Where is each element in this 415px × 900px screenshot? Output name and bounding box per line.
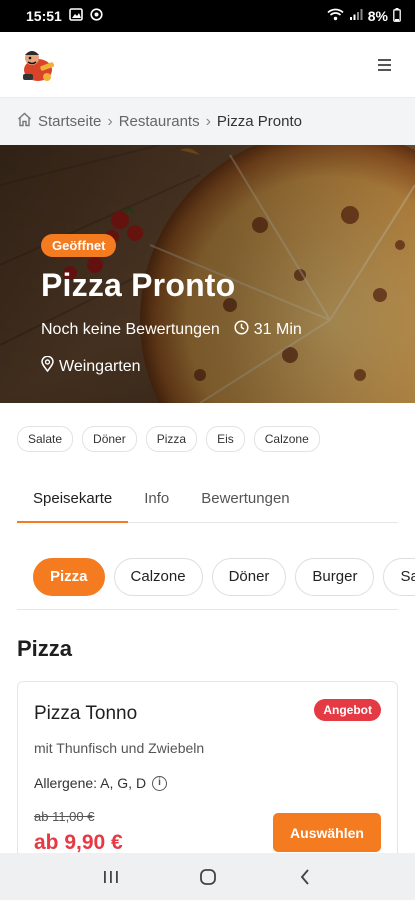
location: Weingarten <box>41 355 302 377</box>
menu-button[interactable] <box>369 55 391 75</box>
cuisine-tag: Calzone <box>253 426 320 452</box>
category-chip-calzone[interactable]: Calzone <box>113 558 203 596</box>
breadcrumb-current: Pizza Pronto <box>216 113 302 130</box>
delivery-time: 31 Min <box>234 320 302 340</box>
wifi-icon <box>327 8 344 24</box>
category-chip-salate[interactable]: Salate <box>383 558 415 596</box>
status-bar: 15:51 8% <box>0 0 415 32</box>
cuisine-tag: Pizza <box>145 426 198 452</box>
tab-speisekarte[interactable]: Speisekarte <box>17 474 129 523</box>
cuisine-tag: Eis <box>206 426 245 452</box>
status-time: 15:51 <box>26 8 62 24</box>
divider <box>17 609 398 610</box>
back-button[interactable] <box>290 862 320 892</box>
battery-icon <box>393 7 401 25</box>
location-text: Weingarten <box>59 357 141 375</box>
recent-apps-icon <box>103 870 118 883</box>
restaurant-tabs: Speisekarte Info Bewertungen <box>17 474 398 523</box>
price: ab 9,90 € <box>34 831 123 854</box>
rating-text: Noch keine Bewertungen <box>41 321 220 338</box>
breadcrumb-home[interactable]: Startseite <box>38 113 101 130</box>
allergens: Allergene: A, G, D i <box>34 775 168 791</box>
info-icon[interactable]: i <box>152 775 168 791</box>
cuisine-tags: Salate Döner Pizza Eis Calzone <box>17 426 320 452</box>
delivery-time-text: 31 Min <box>253 321 302 338</box>
signal-icon <box>349 8 363 24</box>
cuisine-tag: Döner <box>82 426 137 452</box>
home-button[interactable] <box>193 862 223 892</box>
hero-meta: Noch keine Bewertungen 31 Min <box>41 320 302 340</box>
home-icon <box>17 112 32 131</box>
image-notification-icon <box>69 8 83 24</box>
open-status-badge: Geöffnet <box>41 234 117 257</box>
offer-badge: Angebot <box>314 699 381 721</box>
clock-icon <box>234 320 249 340</box>
home-circle-icon <box>199 868 216 885</box>
app-header <box>0 32 415 98</box>
hero-info: Geöffnet Pizza Pronto Noch keine Bewertu… <box>41 234 302 377</box>
hamburger-icon <box>378 58 391 61</box>
recent-apps-button[interactable] <box>96 862 126 892</box>
cuisine-tag: Salate <box>17 426 74 452</box>
select-button[interactable]: Auswählen <box>273 813 381 852</box>
product-card[interactable]: Pizza Tonno Angebot mit Thunfisch und Zw… <box>17 681 398 871</box>
restaurant-logo[interactable] <box>16 44 58 86</box>
section-title: Pizza <box>17 636 73 661</box>
restaurant-hero: Geöffnet Pizza Pronto Noch keine Bewertu… <box>0 145 415 403</box>
category-chip-burger[interactable]: Burger <box>295 558 375 596</box>
allergens-text: Allergene: A, G, D <box>34 775 147 791</box>
tab-bewertungen[interactable]: Bewertungen <box>185 474 305 523</box>
chevron-right-icon: › <box>205 112 211 130</box>
menu-category-bar[interactable]: Pizza Calzone Döner Burger Salate <box>33 558 415 596</box>
product-description: mit Thunfisch und Zwiebeln <box>34 740 205 756</box>
category-chip-pizza[interactable]: Pizza <box>33 558 105 596</box>
settings-notification-icon <box>90 8 103 24</box>
back-icon <box>300 868 309 885</box>
chevron-right-icon: › <box>107 112 113 130</box>
location-pin-icon <box>41 355 54 377</box>
restaurant-title: Pizza Pronto <box>41 267 236 303</box>
old-price: ab 11,00 € <box>34 809 95 824</box>
breadcrumb: Startseite › Restaurants › Pizza Pronto <box>0 98 415 145</box>
battery-level: 8% <box>367 8 388 24</box>
category-chip-doener[interactable]: Döner <box>211 558 287 596</box>
breadcrumb-restaurants[interactable]: Restaurants <box>119 113 200 130</box>
system-nav-bar <box>0 853 415 900</box>
tab-info[interactable]: Info <box>128 474 185 523</box>
product-name: Pizza Tonno <box>34 703 138 724</box>
